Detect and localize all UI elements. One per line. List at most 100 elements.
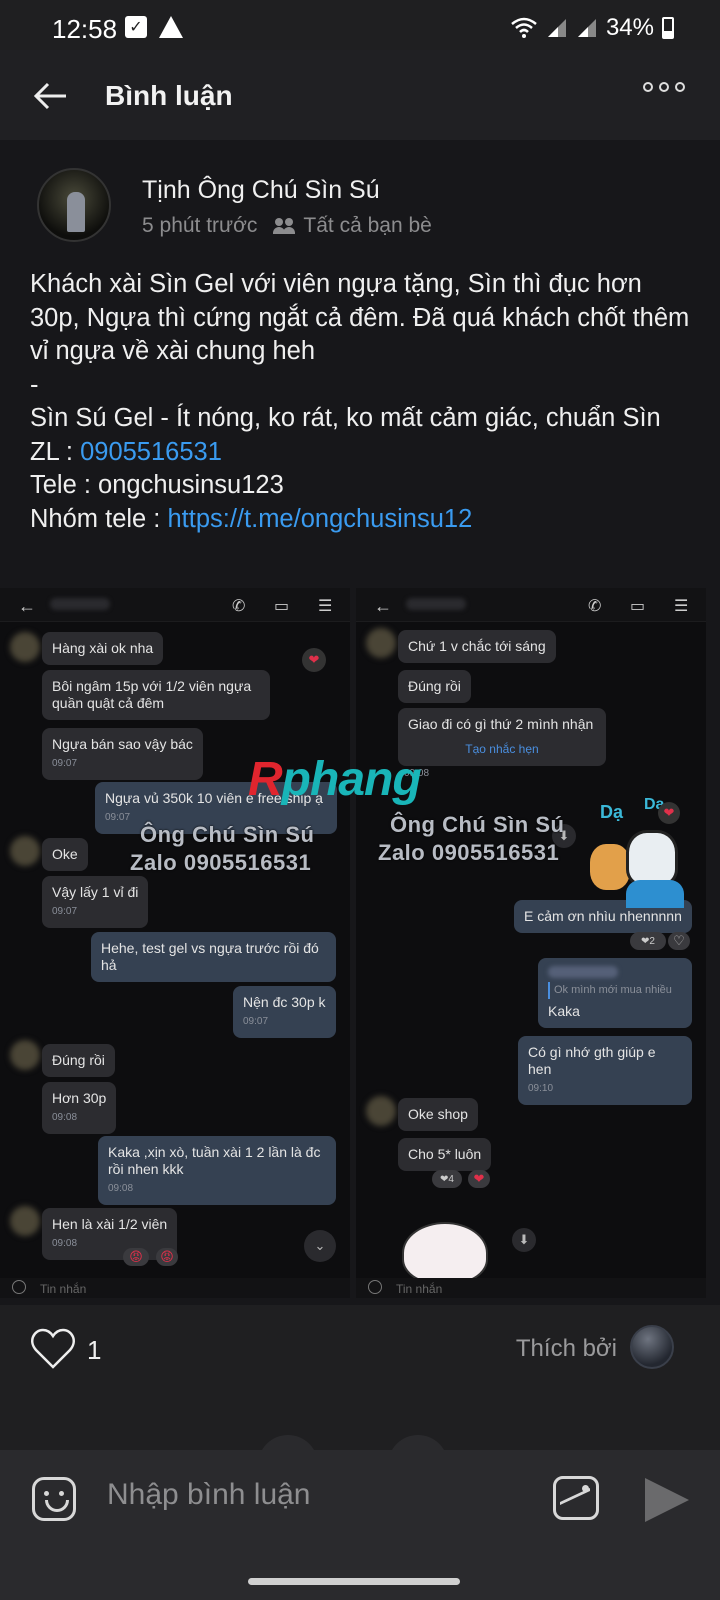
heart-reaction-icon: ❤ [658, 802, 680, 824]
warning-icon [159, 16, 183, 38]
heart-reaction-count: ❤ 4 [432, 1170, 462, 1188]
blurred-contact-name [406, 598, 466, 610]
chat-bubble-me: Nện đc 30p k 09:07 [233, 986, 336, 1038]
chat-input: Tin nhắn [356, 1278, 706, 1298]
scroll-down-icon: ⌄ [304, 1230, 336, 1262]
chat-bubble: Hàng xài ok nha [42, 632, 164, 665]
comment-input[interactable] [107, 1478, 527, 1512]
contact-avatar [366, 1096, 396, 1126]
heart-outline-icon: ♡ [668, 932, 690, 950]
battery-icon [662, 17, 674, 39]
chat-bubble: Oke shop [398, 1098, 478, 1131]
telegram-group-link[interactable]: https://t.me/ongchusinsu12 [167, 505, 472, 533]
zalo-label: ZL : [30, 437, 81, 466]
list-icon: ☰ [318, 598, 333, 615]
chat-header: ← ✆ ▭ ☰ [356, 588, 706, 622]
chat-input: Tin nhắn [0, 1278, 350, 1298]
zalo-phone-link[interactable]: 0905516531 [80, 438, 222, 466]
page-title: Bình luận [105, 80, 233, 111]
post-line-3: Sìn Sú Gel - Ít nóng, ko rát, ko mất cảm… [30, 404, 661, 432]
heart-like-icon[interactable] [30, 1327, 76, 1371]
chat-bubble: Ngựa bán sao vậy bác 09:07 [42, 728, 203, 780]
chat-screenshot-left[interactable]: ← ✆ ▭ ☰ Hàng xài ok nha ❤ Bôi ngâm 15p v… [0, 588, 350, 1298]
image-icon[interactable] [553, 1476, 599, 1520]
chat-bubble: Đúng rồi [398, 670, 471, 703]
wifi-icon [511, 17, 537, 38]
watermark-text: Ông Chú Sìn Sú [390, 812, 565, 837]
heart-reaction-count: ❤ 2 [630, 932, 666, 950]
chat-bubble-me-reply: Ok mình mới mua nhiều Kaka [538, 958, 692, 1028]
post-time: 5 phút trước [142, 214, 258, 237]
checkbox-notification-icon: ✓ [125, 16, 147, 38]
list-icon: ☰ [674, 598, 689, 615]
contact-avatar [366, 628, 396, 658]
emoji-icon[interactable] [32, 1477, 76, 1521]
liked-by-label[interactable]: Thích bởi [516, 1335, 617, 1363]
chat-bubble: Hơn 30p 09:08 [42, 1082, 117, 1134]
phone-icon: ✆ [588, 598, 602, 615]
gesture-nav-bar [0, 1560, 720, 1600]
chat-bubble: Cho 5* luôn [398, 1138, 492, 1171]
chat-bubble: Vậy lấy 1 vỉ đi 09:07 [42, 876, 149, 928]
author-name[interactable]: Tịnh Ông Chú Sìn Sú [142, 176, 380, 205]
audience: Tất cả bạn bè [273, 214, 432, 238]
chat-back-icon: ← [374, 596, 392, 616]
contact-avatar [10, 1206, 40, 1236]
signal-icon-2 [577, 19, 596, 37]
video-icon: ▭ [630, 598, 646, 615]
contact-avatar [10, 632, 40, 662]
post-zalo-line: ZL : 0905516531 [30, 436, 695, 470]
reaction-icon: 😡 [156, 1248, 178, 1266]
watermark-logo: Rphang [248, 753, 422, 806]
heart-reaction-icon: ❤ [302, 648, 326, 672]
post-line-1: Khách xài Sìn Gel với viên ngựa tặng, Sì… [30, 270, 697, 365]
audience-label: Tất cả bạn bè [303, 214, 432, 237]
back-arrow-icon[interactable] [30, 76, 70, 116]
post-meta: 5 phút trước Tất cả bạn bè [142, 214, 432, 238]
blurred-contact-name [50, 598, 110, 610]
blurred-reply-name [548, 966, 618, 978]
watermark-text: Zalo 0905516531 [378, 840, 560, 865]
chat-bubble: Bôi ngâm 15p với 1/2 viên ngựa quần quật… [42, 670, 270, 720]
group-label: Nhóm tele : [30, 504, 168, 533]
contact-avatar [10, 836, 40, 866]
chat-bubble: Oke [42, 838, 88, 871]
status-system-icons: 34% [510, 14, 674, 42]
chat-bubble-me: Hehe, test gel vs ngựa trước rồi đó hả [91, 932, 336, 982]
reaction-icon: 😡 [123, 1248, 149, 1266]
watermark-text: Ông Chú Sìn Sú [140, 822, 315, 847]
post-tele-line: Tele : ongchusinsu123 [30, 471, 284, 499]
phone-icon: ✆ [232, 598, 246, 615]
watermark-text: Zalo 0905516531 [130, 850, 312, 875]
chat-bubble-me: Kaka ,xịn xò, tuần xài 1 2 lần là đc rồi… [98, 1136, 336, 1205]
friends-icon [273, 218, 295, 234]
chat-bubble: Chứ 1 v chắc tới sáng [398, 630, 556, 663]
app-bar: Bình luận [0, 50, 720, 140]
likes-bar: 1 Thích bởi [0, 1305, 720, 1395]
comments-area [0, 1395, 720, 1465]
chat-bubble: Đúng rồi [42, 1044, 115, 1077]
download-icon: ⬇ [512, 1228, 536, 1252]
like-count: 1 [87, 1335, 102, 1365]
author-avatar[interactable] [37, 168, 111, 242]
signal-icon-1 [547, 19, 566, 37]
status-notification-icons: ✓ [125, 16, 183, 38]
home-handle[interactable] [248, 1578, 460, 1585]
post-card: Tịnh Ông Chú Sìn Sú 5 phút trước Tất cả … [0, 140, 720, 1305]
contact-avatar [10, 1040, 40, 1070]
pig-sticker [402, 1216, 502, 1284]
post-group-line: Nhóm tele : https://t.me/ongchusinsu12 [30, 503, 695, 537]
post-line-2: - [30, 370, 39, 399]
chat-bubble-me: Có gì nhớ gth giúp e hen 09:10 [518, 1036, 692, 1105]
send-icon[interactable] [645, 1478, 689, 1522]
comment-bar [0, 1450, 720, 1560]
chat-bubble: Giao đi có gì thứ 2 mình nhận Tạo nhắc hẹ… [398, 708, 606, 766]
liker-avatar[interactable] [630, 1325, 674, 1369]
video-icon: ▭ [274, 598, 290, 615]
heart-reaction-icon: ❤ [468, 1170, 490, 1188]
battery-percent: 34% [605, 14, 654, 41]
chat-screenshot-right[interactable]: ← ✆ ▭ ☰ Chứ 1 v chắc tới sáng Đúng rồi G… [356, 588, 706, 1298]
more-options-icon[interactable] [643, 82, 685, 92]
status-time: 12:58 [52, 14, 118, 44]
chat-header: ← ✆ ▭ ☰ [0, 588, 350, 622]
